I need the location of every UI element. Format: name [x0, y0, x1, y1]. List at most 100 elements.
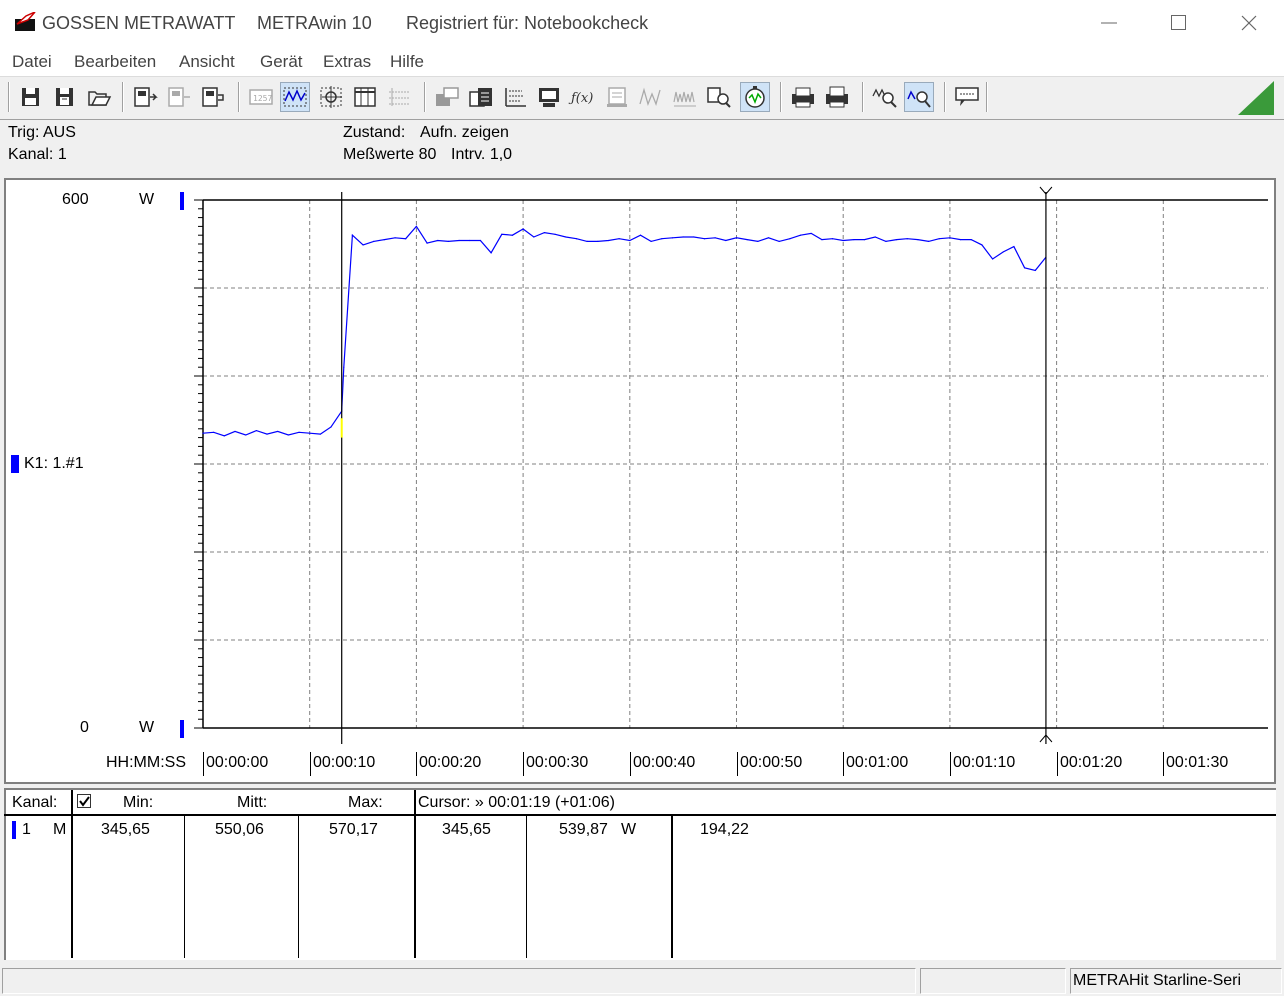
- data-point: [853, 239, 855, 241]
- data-point: [746, 239, 748, 241]
- data-point: [970, 239, 972, 241]
- x-tick-label: 00:01:20: [1060, 754, 1123, 771]
- data-point: [298, 431, 300, 433]
- data-point: [1002, 251, 1004, 253]
- data-point: [789, 238, 791, 240]
- data-point: [362, 244, 364, 246]
- data-point: [415, 225, 417, 227]
- data-point: [479, 239, 482, 242]
- data-point: [799, 234, 802, 236]
- x-tick-label: 00:01:10: [953, 754, 1016, 771]
- data-point: [735, 237, 738, 239]
- x-tick-label: 00:01:00: [846, 754, 909, 771]
- data-point: [1034, 269, 1036, 271]
- data-point: [223, 435, 225, 437]
- data-point: [575, 238, 578, 240]
- x-tick-label: 00:00:10: [313, 754, 376, 771]
- status-pane-main: [2, 968, 916, 994]
- waveform-chart[interactable]: [0, 0, 1284, 790]
- x-tick-mark: [630, 752, 631, 776]
- data-point: [458, 239, 460, 242]
- row-unit: W: [621, 821, 637, 838]
- data-point: [639, 234, 642, 236]
- status-pane-middle: [920, 968, 1066, 994]
- data-point: [213, 431, 215, 433]
- data-point: [661, 238, 663, 240]
- data-point: [927, 240, 930, 242]
- row-max: 570,17: [329, 821, 378, 838]
- data-point: [906, 238, 908, 240]
- data-point: [234, 430, 236, 433]
- status-bar: METRAHit Starline-Seri: [0, 964, 1284, 996]
- data-point: [447, 240, 450, 242]
- data-point: [863, 239, 866, 241]
- data-point: [597, 240, 599, 242]
- data-point: [543, 231, 546, 234]
- x-tick-label: 00:01:30: [1166, 754, 1229, 771]
- row-diff: 194,22: [700, 821, 749, 838]
- data-point: [895, 239, 898, 241]
- data-point: [437, 239, 439, 242]
- data-point: [618, 238, 620, 240]
- column-divider: [71, 790, 73, 958]
- data-point: [287, 434, 289, 436]
- data-point: [938, 238, 940, 240]
- series-line-k1: [202, 225, 1047, 437]
- row-mode: M: [53, 821, 67, 838]
- row-mitt: 550,06: [215, 821, 264, 838]
- x-tick-mark: [523, 752, 524, 776]
- data-point: [767, 237, 770, 239]
- row-channel: 1: [22, 821, 31, 838]
- x-tick-label: 00:00:50: [740, 754, 803, 771]
- data-point: [885, 240, 887, 242]
- data-point: [245, 434, 247, 436]
- data-point: [373, 240, 375, 242]
- data-point: [309, 432, 311, 434]
- data-point: [874, 236, 876, 238]
- data-point: [319, 433, 321, 435]
- data-point: [1023, 267, 1026, 269]
- check-icon: [79, 796, 90, 807]
- data-point: [533, 236, 535, 238]
- data-point: [554, 233, 556, 235]
- data-point: [703, 238, 706, 240]
- x-tick-mark: [843, 752, 844, 776]
- data-point: [202, 432, 204, 434]
- data-point: [1013, 246, 1015, 248]
- data-point: [565, 236, 567, 238]
- status-pane-device: METRAHit Starline-Seri: [1070, 968, 1282, 994]
- data-point: [778, 240, 780, 242]
- data-point: [255, 429, 257, 432]
- data-point: [831, 238, 834, 240]
- data-point: [693, 236, 695, 238]
- col-header-cursor: Cursor: » 00:01:19 (+01:06): [418, 794, 616, 811]
- data-point: [981, 244, 983, 246]
- data-point: [810, 232, 812, 235]
- row-cursor1: 345,65: [442, 821, 491, 838]
- data-point: [343, 366, 345, 368]
- x-tick-mark: [1163, 752, 1164, 776]
- x-tick-mark: [737, 752, 738, 776]
- data-point: [917, 239, 919, 241]
- column-divider: [414, 790, 416, 958]
- data-point: [426, 242, 428, 244]
- column-divider: [526, 816, 527, 958]
- x-tick-label: 00:00:40: [633, 754, 696, 771]
- x-tick-mark: [310, 752, 311, 776]
- x-tick-label: 00:00:00: [206, 754, 269, 771]
- data-point: [351, 234, 353, 236]
- data-point: [725, 239, 727, 242]
- col-header-mitt: Mitt:: [237, 794, 268, 811]
- data-point: [469, 239, 471, 242]
- data-point: [821, 239, 823, 241]
- channel-checkbox[interactable]: [77, 794, 91, 808]
- data-point: [842, 239, 844, 242]
- data-point: [522, 228, 524, 230]
- data-point: [949, 237, 951, 239]
- data-point: [650, 240, 652, 242]
- data-point: [501, 233, 503, 235]
- data-point: [394, 237, 396, 239]
- data-point: [959, 239, 962, 241]
- data-point: [991, 258, 994, 260]
- column-divider: [671, 816, 673, 958]
